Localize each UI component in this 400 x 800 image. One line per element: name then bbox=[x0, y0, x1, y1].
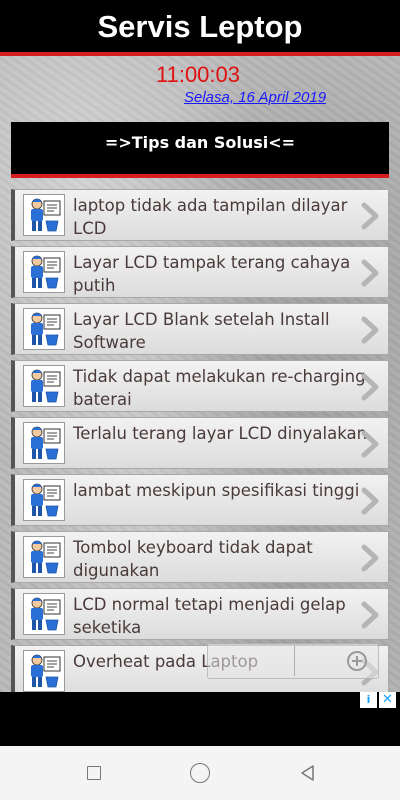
technician-icon bbox=[23, 650, 65, 692]
technician-icon bbox=[23, 251, 65, 293]
list-item-label: lambat meskipun spesifikasi tinggi bbox=[73, 481, 360, 500]
system-nav-bar bbox=[0, 746, 400, 800]
list-item[interactable]: lambat meskipun spesifikasi tinggi bbox=[11, 474, 389, 526]
technician-icon bbox=[23, 536, 65, 578]
list-item-label: Layar LCD Blank setelah Install Software bbox=[73, 310, 330, 352]
adchoices-icon[interactable]: i bbox=[360, 692, 377, 708]
list-item[interactable]: Tidak dapat melakukan re-charging batera… bbox=[11, 360, 389, 412]
chevron-right-icon bbox=[361, 259, 379, 287]
zoom-in-icon[interactable] bbox=[346, 650, 368, 672]
back-button[interactable] bbox=[298, 763, 318, 783]
technician-icon bbox=[23, 308, 65, 350]
list-item[interactable]: laptop tidak ada tampilan dilayar LCD bbox=[11, 189, 389, 241]
app-title: Servis Leptop bbox=[97, 9, 303, 44]
list-item[interactable]: Layar LCD Blank setelah Install Software bbox=[11, 303, 389, 355]
clock-time: 11:00:03 bbox=[156, 62, 241, 87]
chevron-right-icon bbox=[361, 316, 379, 344]
close-icon[interactable]: ✕ bbox=[379, 692, 396, 708]
zoom-control[interactable] bbox=[207, 643, 379, 679]
section-header: =>Tips dan Solusi<= bbox=[11, 122, 389, 178]
tips-list[interactable]: laptop tidak ada tampilan dilayar LCD La… bbox=[11, 189, 391, 692]
chevron-right-icon bbox=[361, 544, 379, 572]
list-item-label: Terlalu terang layar LCD dinyalakan bbox=[73, 424, 368, 443]
technician-icon bbox=[23, 479, 65, 521]
chevron-right-icon bbox=[361, 601, 379, 629]
list-item-label: Tidak dapat melakukan re-charging batera… bbox=[73, 367, 366, 409]
technician-icon bbox=[23, 422, 65, 464]
chevron-right-icon bbox=[361, 373, 379, 401]
technician-icon bbox=[23, 194, 65, 236]
technician-icon bbox=[23, 593, 65, 635]
chevron-right-icon bbox=[361, 487, 379, 515]
section-title: =>Tips dan Solusi<= bbox=[104, 133, 296, 152]
chevron-right-icon bbox=[361, 430, 379, 458]
current-date: Selasa, 16 April 2019 bbox=[184, 89, 327, 106]
list-item-label: Tombol keyboard tidak dapat digunakan bbox=[73, 538, 313, 580]
zoom-divider bbox=[294, 646, 295, 676]
list-item-label: laptop tidak ada tampilan dilayar LCD bbox=[73, 196, 348, 238]
chevron-right-icon bbox=[361, 202, 379, 230]
list-item-label: LCD normal tetapi menjadi gelap seketika bbox=[73, 595, 346, 637]
ad-banner[interactable]: i ✕ bbox=[0, 692, 400, 746]
list-item[interactable]: Layar LCD tampak terang cahaya putih bbox=[11, 246, 389, 298]
list-item-label: Layar LCD tampak terang cahaya putih bbox=[73, 253, 351, 295]
list-item[interactable]: LCD normal tetapi menjadi gelap seketika bbox=[11, 588, 389, 640]
technician-icon bbox=[23, 365, 65, 407]
home-button[interactable] bbox=[190, 763, 210, 783]
app-bar: Servis Leptop bbox=[0, 0, 400, 56]
recents-button[interactable] bbox=[87, 766, 101, 780]
list-item[interactable]: Tombol keyboard tidak dapat digunakan bbox=[11, 531, 389, 583]
list-item[interactable]: Terlalu terang layar LCD dinyalakan bbox=[11, 417, 389, 469]
